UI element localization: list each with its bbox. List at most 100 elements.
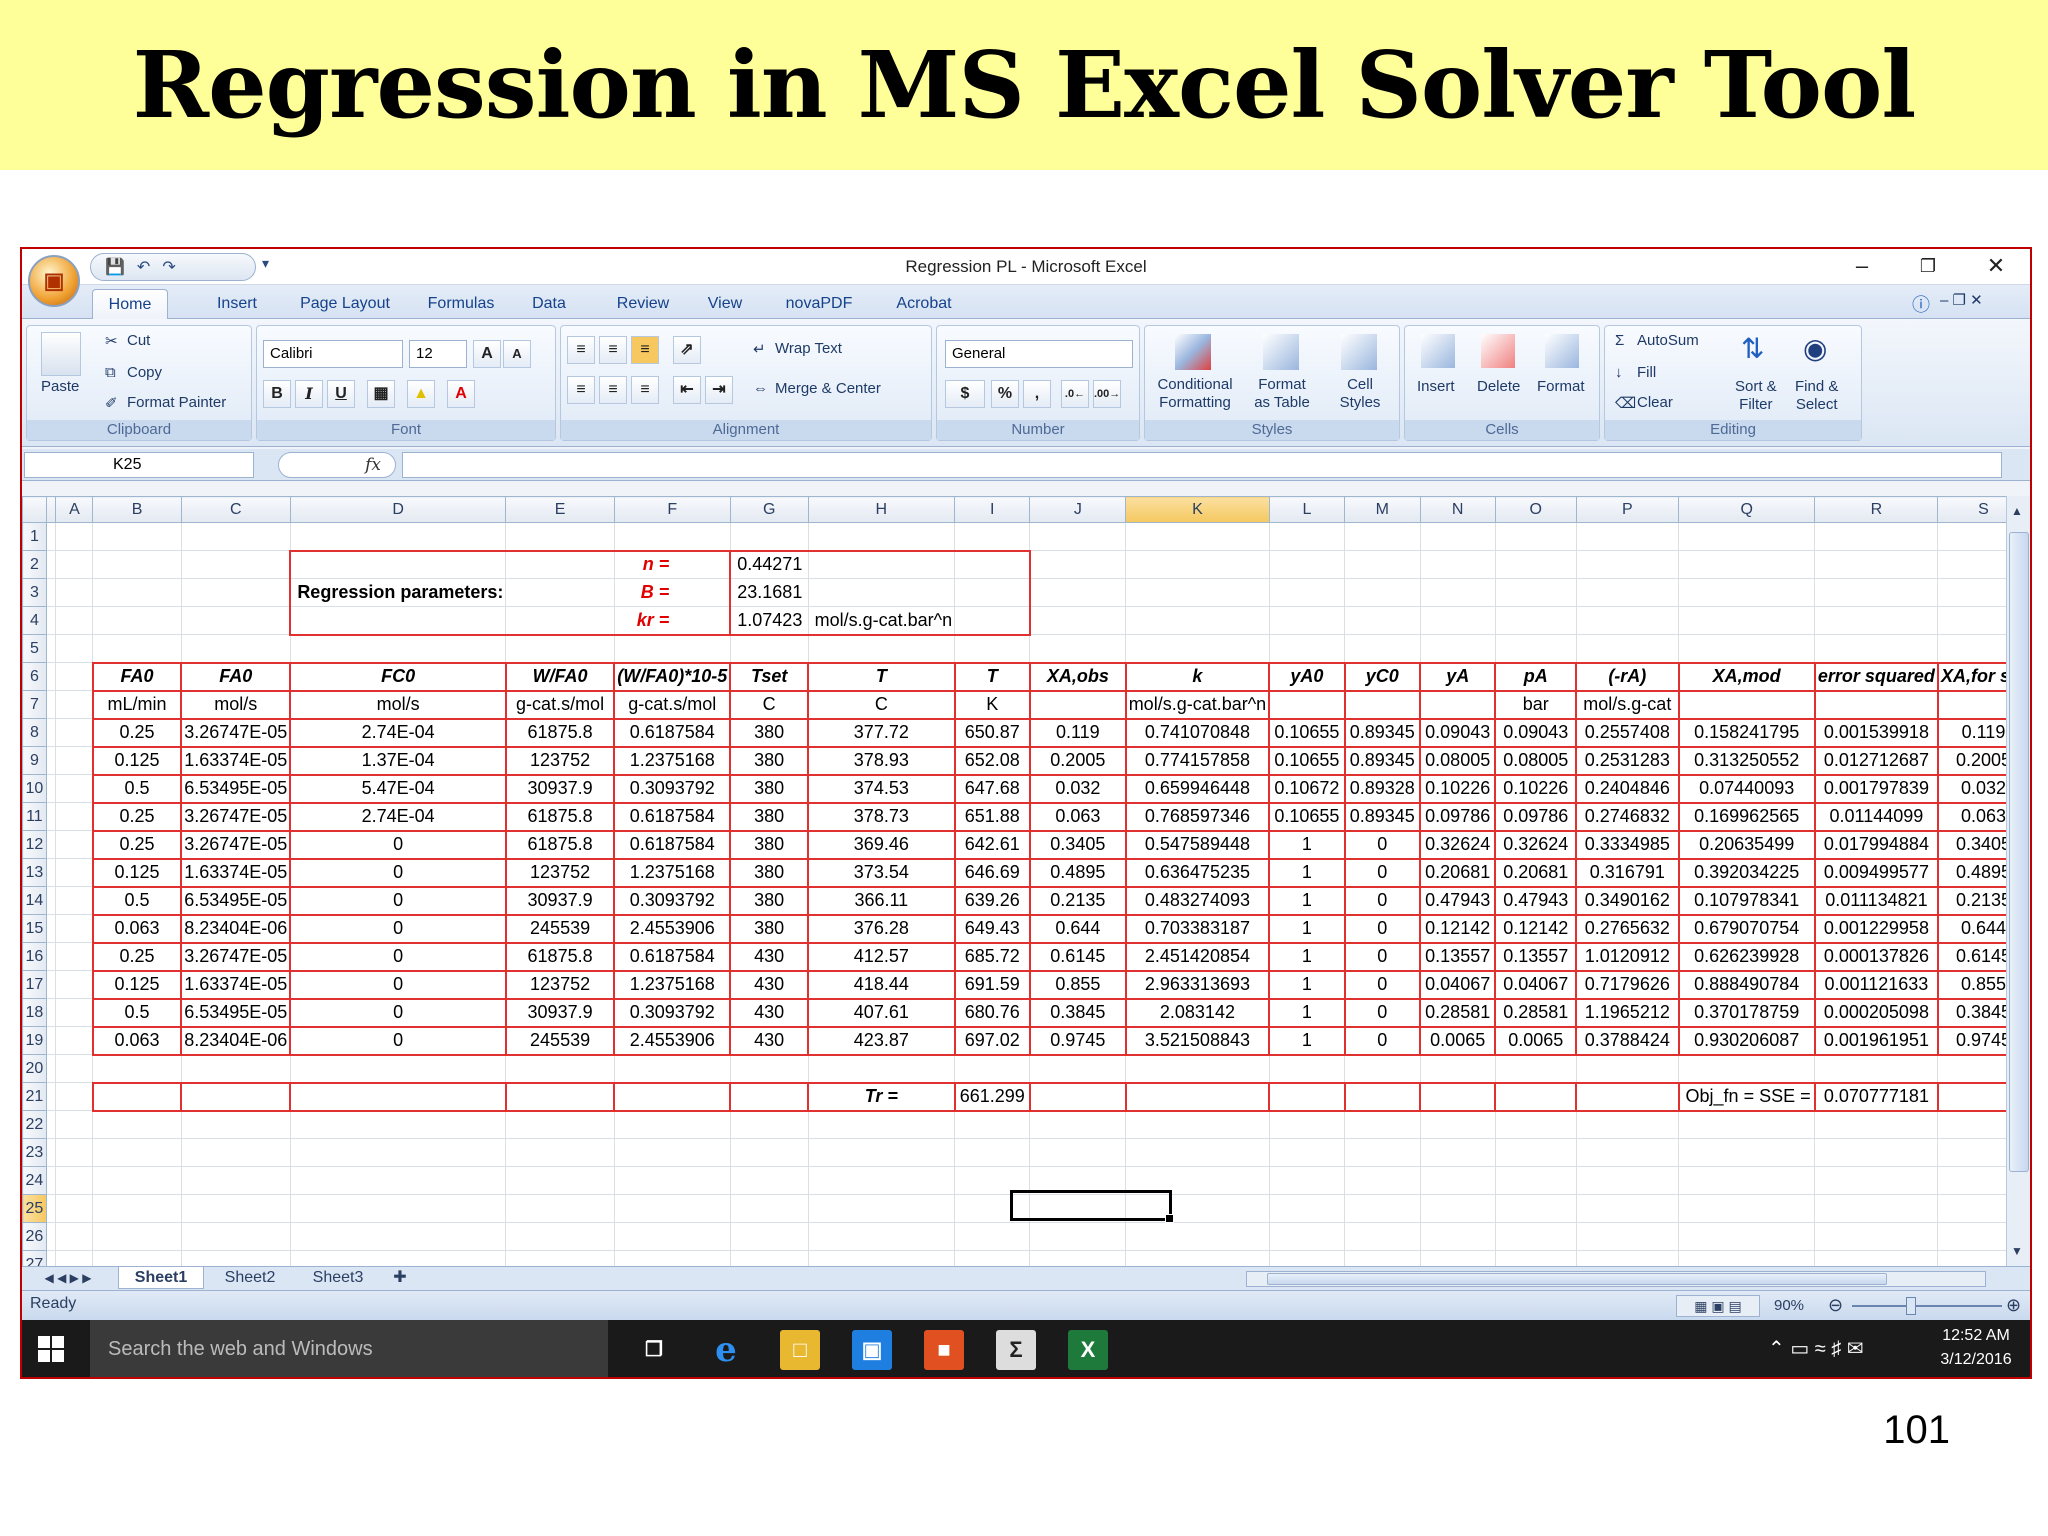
- cell-i21[interactable]: 661.299: [953, 1081, 1031, 1112]
- undo-icon[interactable]: ↶: [137, 257, 150, 277]
- cell-k10[interactable]: 0.659946448: [1124, 773, 1271, 804]
- cell-h20[interactable]: [807, 1054, 956, 1083]
- row-header-9[interactable]: 9: [22, 746, 47, 775]
- cell-g26[interactable]: [729, 1222, 809, 1251]
- cell-e12[interactable]: 61875.8: [504, 829, 616, 860]
- cell-i23[interactable]: [954, 1138, 1031, 1167]
- increase-decimal-icon[interactable]: .0←: [1061, 380, 1089, 408]
- sheet-nav-icon[interactable]: ◀ ◀ ▶ ▶: [28, 1267, 108, 1289]
- cell-n7[interactable]: [1418, 689, 1497, 720]
- row-header-5[interactable]: 5: [22, 634, 47, 663]
- percent-button[interactable]: %: [991, 380, 1019, 408]
- horizontal-scroll-thumb[interactable]: [1267, 1273, 1887, 1285]
- cell-l6[interactable]: yA0: [1268, 661, 1346, 692]
- wrap-text-button[interactable]: ↵ Wrap Text: [753, 340, 842, 358]
- cell-f4[interactable]: kr =: [613, 606, 732, 636]
- cell-n3[interactable]: [1419, 578, 1496, 607]
- vertical-scrollbar[interactable]: ▲ ▼: [2006, 496, 2030, 1266]
- cell-g12[interactable]: 380: [729, 829, 810, 860]
- cell-b14[interactable]: 0.5: [91, 885, 183, 916]
- cell-b8[interactable]: 0.25: [91, 717, 183, 748]
- cell-r26[interactable]: [1814, 1222, 1939, 1251]
- cell-l10[interactable]: 0.10672: [1268, 773, 1346, 804]
- cell-q1[interactable]: [1678, 522, 1816, 551]
- column-header-r[interactable]: R: [1814, 496, 1939, 523]
- cell-h18[interactable]: 407.61: [807, 997, 956, 1028]
- zoom-slider[interactable]: [1852, 1305, 2002, 1307]
- formula-input[interactable]: [402, 452, 2002, 478]
- name-box[interactable]: K25: [24, 452, 254, 478]
- scroll-down-icon[interactable]: ▼: [2011, 1244, 2023, 1258]
- cell-b24[interactable]: [92, 1166, 182, 1195]
- cell-l19[interactable]: 1: [1268, 1025, 1346, 1056]
- cell-g22[interactable]: [729, 1110, 809, 1139]
- delete-cells-button[interactable]: Delete: [1477, 378, 1520, 395]
- sheet-tab-sheet3[interactable]: Sheet3: [296, 1267, 380, 1289]
- cell-e21[interactable]: [504, 1081, 616, 1112]
- cell-p1[interactable]: [1575, 522, 1680, 551]
- cell-b16[interactable]: 0.25: [91, 941, 183, 972]
- cell-h3[interactable]: [807, 578, 956, 607]
- cell-d8[interactable]: 2.74E-04: [289, 717, 507, 748]
- cell-r16[interactable]: 0.000137826: [1813, 941, 1939, 972]
- cell-o18[interactable]: 0.28581: [1494, 997, 1578, 1028]
- ribbon-minimize-icon[interactable]: – ❐ ✕: [1940, 291, 1983, 309]
- cell-f6[interactable]: (W/FA0)*10-5: [613, 661, 732, 692]
- cell-j17[interactable]: 0.855: [1028, 969, 1127, 1000]
- cell-q15[interactable]: 0.679070754: [1677, 913, 1816, 944]
- conditional-formatting-button[interactable]: Conditional Formatting: [1153, 376, 1237, 412]
- cell-k13[interactable]: 0.636475235: [1124, 857, 1271, 888]
- cell-b3[interactable]: [92, 578, 182, 607]
- cell-d22[interactable]: [289, 1110, 507, 1139]
- cell-d20[interactable]: [289, 1054, 507, 1083]
- cell-c26[interactable]: [180, 1222, 291, 1251]
- scroll-up-icon[interactable]: ▲: [2011, 504, 2023, 518]
- cell-b11[interactable]: 0.25: [91, 801, 183, 832]
- save-icon[interactable]: 💾: [105, 257, 125, 277]
- vertical-scroll-thumb[interactable]: [2009, 532, 2029, 1172]
- cell-a8[interactable]: [55, 718, 94, 747]
- cell-k21[interactable]: [1124, 1081, 1271, 1112]
- cell-j23[interactable]: [1029, 1138, 1127, 1167]
- column-header-n[interactable]: N: [1419, 496, 1496, 523]
- cell-i9[interactable]: 652.08: [953, 745, 1031, 776]
- align-top-icon[interactable]: ≡: [567, 336, 595, 364]
- cell-p21[interactable]: [1575, 1081, 1680, 1112]
- row-header-24[interactable]: 24: [22, 1166, 47, 1195]
- underline-button[interactable]: U: [327, 380, 355, 408]
- cell-h13[interactable]: 373.54: [807, 857, 956, 888]
- cell-g16[interactable]: 430: [729, 941, 810, 972]
- cell-g19[interactable]: 430: [729, 1025, 810, 1056]
- cell-e19[interactable]: 245539: [504, 1025, 616, 1056]
- cell-b19[interactable]: 0.063: [91, 1025, 183, 1056]
- cell-i26[interactable]: [954, 1222, 1031, 1251]
- cell-j6[interactable]: XA,obs: [1028, 661, 1127, 692]
- row-header-16[interactable]: 16: [22, 942, 47, 971]
- row-header-2[interactable]: 2: [22, 550, 47, 579]
- cell-g2[interactable]: 0.44271: [729, 549, 809, 579]
- cell-q4[interactable]: [1678, 606, 1816, 635]
- cell-e9[interactable]: 123752: [504, 745, 616, 776]
- cell-l1[interactable]: [1268, 522, 1346, 551]
- copy-button[interactable]: ⧉ Copy: [105, 364, 162, 382]
- cell-g13[interactable]: 380: [729, 857, 810, 888]
- cell-g25[interactable]: [729, 1194, 809, 1223]
- cell-a13[interactable]: [55, 858, 94, 887]
- cell-d7[interactable]: mol/s: [289, 689, 507, 720]
- cell-j13[interactable]: 0.4895: [1028, 857, 1127, 888]
- cell-p16[interactable]: 1.0120912: [1575, 941, 1680, 972]
- cell-q3[interactable]: [1678, 578, 1816, 607]
- column-header-f[interactable]: F: [613, 496, 731, 523]
- row-header-21[interactable]: 21: [22, 1082, 47, 1111]
- cell-l15[interactable]: 1: [1268, 913, 1346, 944]
- cell-g18[interactable]: 430: [729, 997, 810, 1028]
- cell-p15[interactable]: 0.2765632: [1575, 913, 1680, 944]
- cell-k22[interactable]: [1125, 1110, 1270, 1139]
- cell-d26[interactable]: [289, 1222, 507, 1251]
- row-header-7[interactable]: 7: [22, 690, 47, 719]
- cell-h17[interactable]: 418.44: [807, 969, 956, 1000]
- column-header-j[interactable]: J: [1029, 496, 1127, 523]
- taskbar-search[interactable]: Search the web and Windows: [90, 1320, 608, 1377]
- cell-q6[interactable]: XA,mod: [1677, 661, 1816, 692]
- cell-m22[interactable]: [1344, 1110, 1421, 1139]
